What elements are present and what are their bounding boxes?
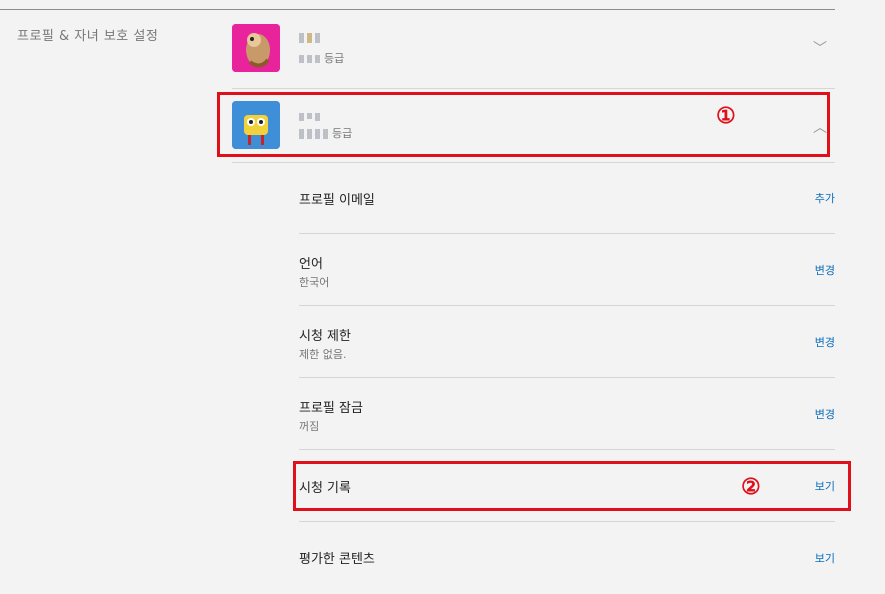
profile-divider bbox=[232, 88, 835, 89]
view-ratings-button[interactable]: 보기 bbox=[815, 550, 835, 566]
highlight-box-1 bbox=[217, 92, 830, 157]
setting-label: 언어 bbox=[299, 257, 323, 272]
setting-label: 프로필 이메일 bbox=[299, 193, 375, 208]
setting-profile-lock: 프로필 잠금 꺼짐 변경 bbox=[299, 378, 835, 450]
setting-value: 꺼짐 bbox=[299, 420, 320, 433]
change-profile-lock-button[interactable]: 변경 bbox=[815, 406, 835, 422]
change-restrictions-button[interactable]: 변경 bbox=[815, 334, 835, 350]
setting-value: 제한 없음. bbox=[299, 348, 347, 361]
setting-rated-content: 평가한 콘텐츠 보기 bbox=[299, 522, 835, 594]
setting-profile-email: 프로필 이메일 추가 bbox=[299, 162, 835, 234]
change-language-button[interactable]: 변경 bbox=[815, 262, 835, 278]
profile-rating-1: 등급 bbox=[299, 50, 344, 66]
annotation-number-2: ② bbox=[741, 474, 761, 500]
add-email-button[interactable]: 추가 bbox=[815, 190, 835, 206]
setting-label: 프로필 잠금 bbox=[299, 401, 363, 416]
setting-value: 한국어 bbox=[299, 276, 330, 289]
highlight-box-2 bbox=[293, 461, 851, 511]
setting-language: 언어 한국어 변경 bbox=[299, 234, 835, 306]
setting-label: 시청 제한 bbox=[299, 329, 351, 344]
setting-label: 평가한 콘텐츠 bbox=[299, 552, 375, 567]
annotation-number-1: ① bbox=[716, 103, 736, 129]
setting-viewing-restrictions: 시청 제한 제한 없음. 변경 bbox=[299, 306, 835, 378]
avatar-character-icon bbox=[232, 24, 280, 72]
profile-row-1[interactable]: 등급 ﹀ bbox=[232, 24, 835, 88]
profile-name-1 bbox=[299, 30, 324, 45]
chevron-down-icon[interactable]: ﹀ bbox=[813, 38, 827, 58]
profile-avatar-1 bbox=[232, 24, 280, 72]
section-title: 프로필 & 자녀 보호 설정 bbox=[17, 29, 159, 44]
top-divider bbox=[0, 9, 835, 10]
